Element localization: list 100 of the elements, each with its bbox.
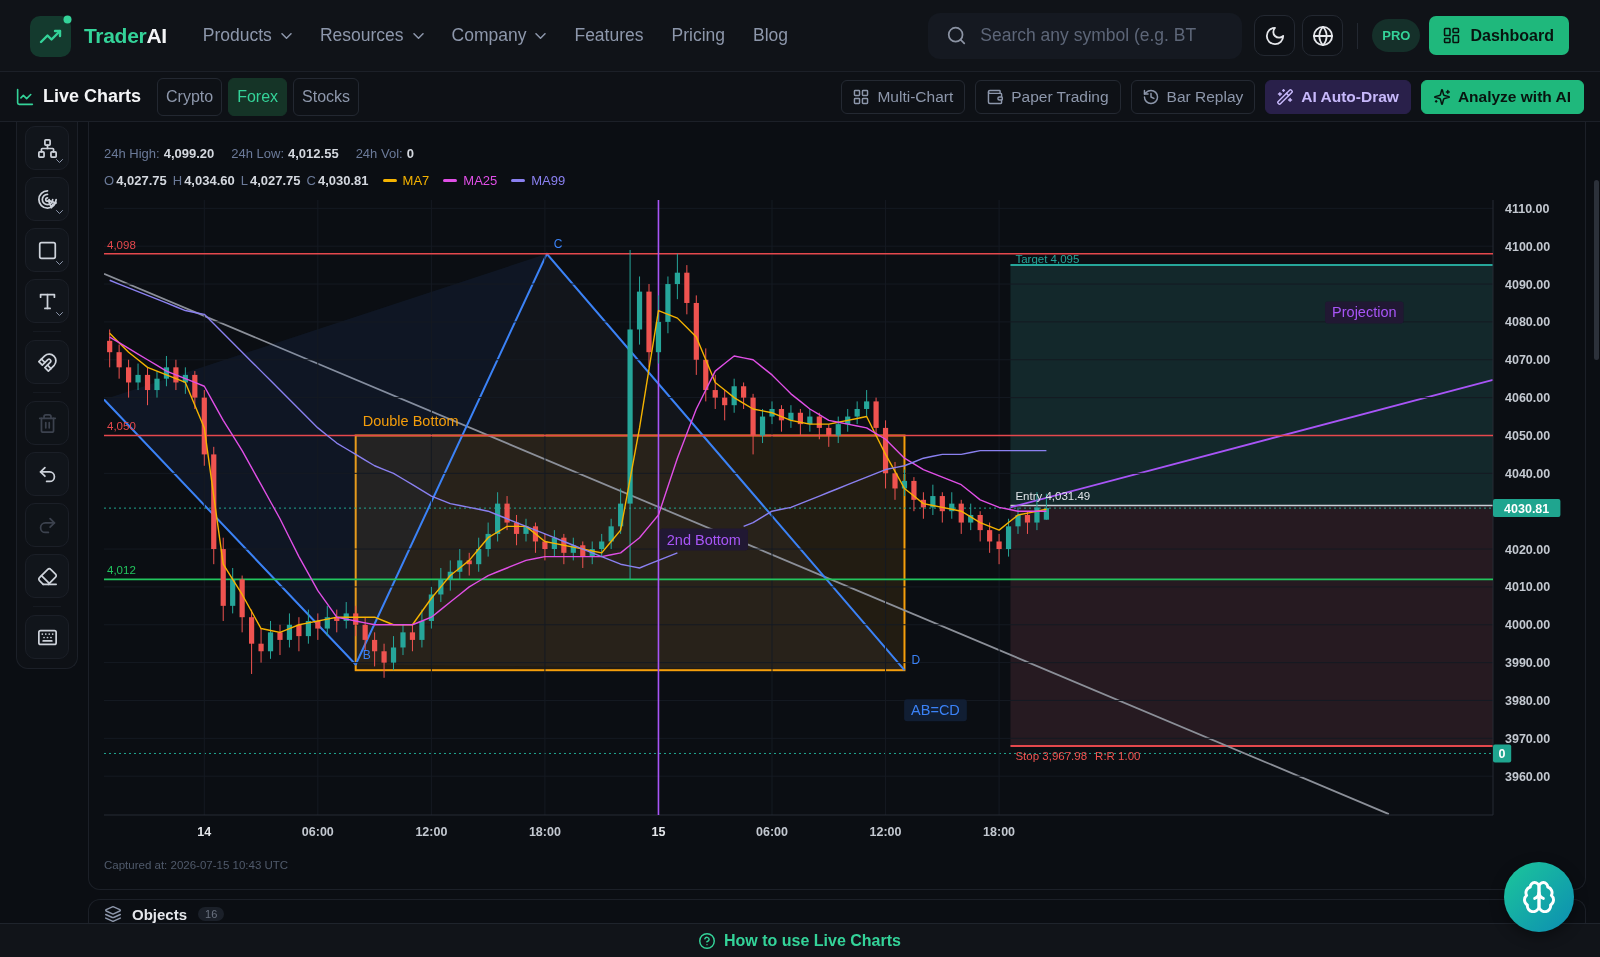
scrollbar-thumb[interactable] (1594, 180, 1599, 360)
market-tab[interactable]: Forex (228, 77, 288, 116)
candle (835, 416, 841, 444)
caret-icon (535, 32, 547, 39)
chart-note: Projection (1325, 301, 1404, 324)
candle (495, 491, 501, 542)
candle (305, 609, 311, 645)
tool-button[interactable] (25, 177, 69, 221)
time-axis-label: 06:00 (756, 825, 788, 839)
candle (135, 363, 141, 391)
price-axis-label: 4040.00 (1505, 466, 1551, 481)
legend-label: MA25 (463, 172, 498, 188)
caret-icon (56, 159, 63, 163)
candle (324, 605, 330, 637)
risk-reward-label: R:R 1.00 (1095, 750, 1141, 762)
line-chart-icon (16, 87, 34, 106)
tool-button[interactable] (25, 340, 69, 384)
page-title: Live Charts (43, 86, 142, 107)
candle (854, 400, 860, 425)
tool-button[interactable] (25, 228, 69, 272)
caret-icon (56, 210, 63, 214)
nav-menu-item[interactable]: Company (439, 17, 559, 54)
brand-name[interactable]: TraderAI (84, 23, 167, 48)
tool-button[interactable] (25, 279, 69, 323)
logo-icon[interactable] (30, 14, 72, 57)
caret-icon (56, 261, 63, 265)
nav-menu-item[interactable]: Pricing (659, 17, 737, 54)
toolbar-button[interactable]: Multi-Chart (841, 79, 966, 114)
pattern-point-label: D (911, 653, 921, 668)
price-level-label: 4,012 (107, 564, 136, 577)
time-axis-label: 12:00 (415, 825, 448, 839)
stat-value: 0 (406, 145, 414, 161)
candle (457, 548, 463, 580)
candle (163, 355, 170, 387)
dashboard-button[interactable]: Dashboard (1429, 16, 1569, 55)
candle (296, 616, 302, 652)
candle (362, 616, 368, 652)
help-link[interactable]: How to use Live Charts (699, 931, 901, 950)
nav-menu-item[interactable]: Features (562, 17, 656, 54)
tool-button[interactable] (25, 554, 69, 598)
tool-button[interactable] (25, 452, 69, 496)
candle (599, 533, 605, 558)
time-axis-label: 15 (651, 825, 666, 839)
market-tab[interactable]: Crypto (157, 77, 223, 116)
candle (400, 624, 406, 656)
candle (873, 397, 879, 436)
candle (532, 522, 539, 554)
candle (258, 628, 264, 664)
history-icon (1142, 88, 1159, 105)
candle (390, 635, 397, 671)
ohlc-value: 4,027.75 (249, 172, 301, 188)
chart-note: AB=CD (904, 699, 967, 722)
tool-button[interactable] (25, 126, 69, 170)
candle (523, 518, 529, 542)
price-axis-label: 3990.00 (1505, 656, 1551, 671)
toolbar-button[interactable]: Bar Replay (1130, 79, 1256, 114)
caret-icon (56, 312, 63, 316)
candle (797, 408, 803, 436)
ai-draw-button[interactable]: AI Auto-Draw (1265, 79, 1411, 114)
candle (182, 366, 188, 395)
count-badge: 16 (198, 907, 225, 921)
tool-button[interactable] (25, 615, 69, 659)
candle (807, 408, 813, 433)
candle (665, 275, 671, 334)
candle (107, 328, 113, 368)
candle (684, 264, 690, 315)
candle (864, 389, 870, 418)
time-axis-label: 14 (197, 825, 212, 839)
price-tag: 0 (1493, 744, 1512, 763)
candle (570, 537, 576, 561)
price-tag: 4030.81 (1493, 499, 1561, 518)
nav-menu-item[interactable]: Blog (741, 17, 801, 54)
language-button[interactable] (1302, 15, 1344, 56)
nav-menu-item[interactable]: Products (190, 17, 304, 54)
nav-menu-item[interactable]: Resources (307, 17, 436, 54)
candle (580, 541, 586, 569)
candle (504, 495, 510, 531)
search-icon (947, 26, 967, 45)
magic-wand-icon (1277, 88, 1294, 105)
candle (173, 359, 179, 391)
candle (277, 624, 283, 656)
price-axis-label: 4020.00 (1505, 542, 1551, 557)
candle (892, 461, 898, 501)
candle (353, 605, 359, 637)
theme-toggle-button[interactable] (1254, 15, 1296, 56)
candle (239, 575, 245, 633)
candle (372, 631, 378, 667)
candle (778, 404, 785, 433)
candle (722, 389, 728, 421)
market-tab[interactable]: Stocks (293, 77, 360, 116)
stat-label: 24h Low: (231, 145, 285, 161)
candle (930, 484, 936, 516)
candle (845, 408, 851, 433)
candle (485, 522, 491, 558)
candle (882, 419, 889, 489)
analyze-button[interactable]: Analyze with AI (1420, 79, 1584, 114)
price-axis-label: 4000.00 (1505, 618, 1551, 633)
search-field[interactable]: Search any symbol (e.g. BT (928, 12, 1243, 59)
candle (655, 294, 662, 365)
toolbar-button[interactable]: Paper Trading (975, 79, 1121, 114)
